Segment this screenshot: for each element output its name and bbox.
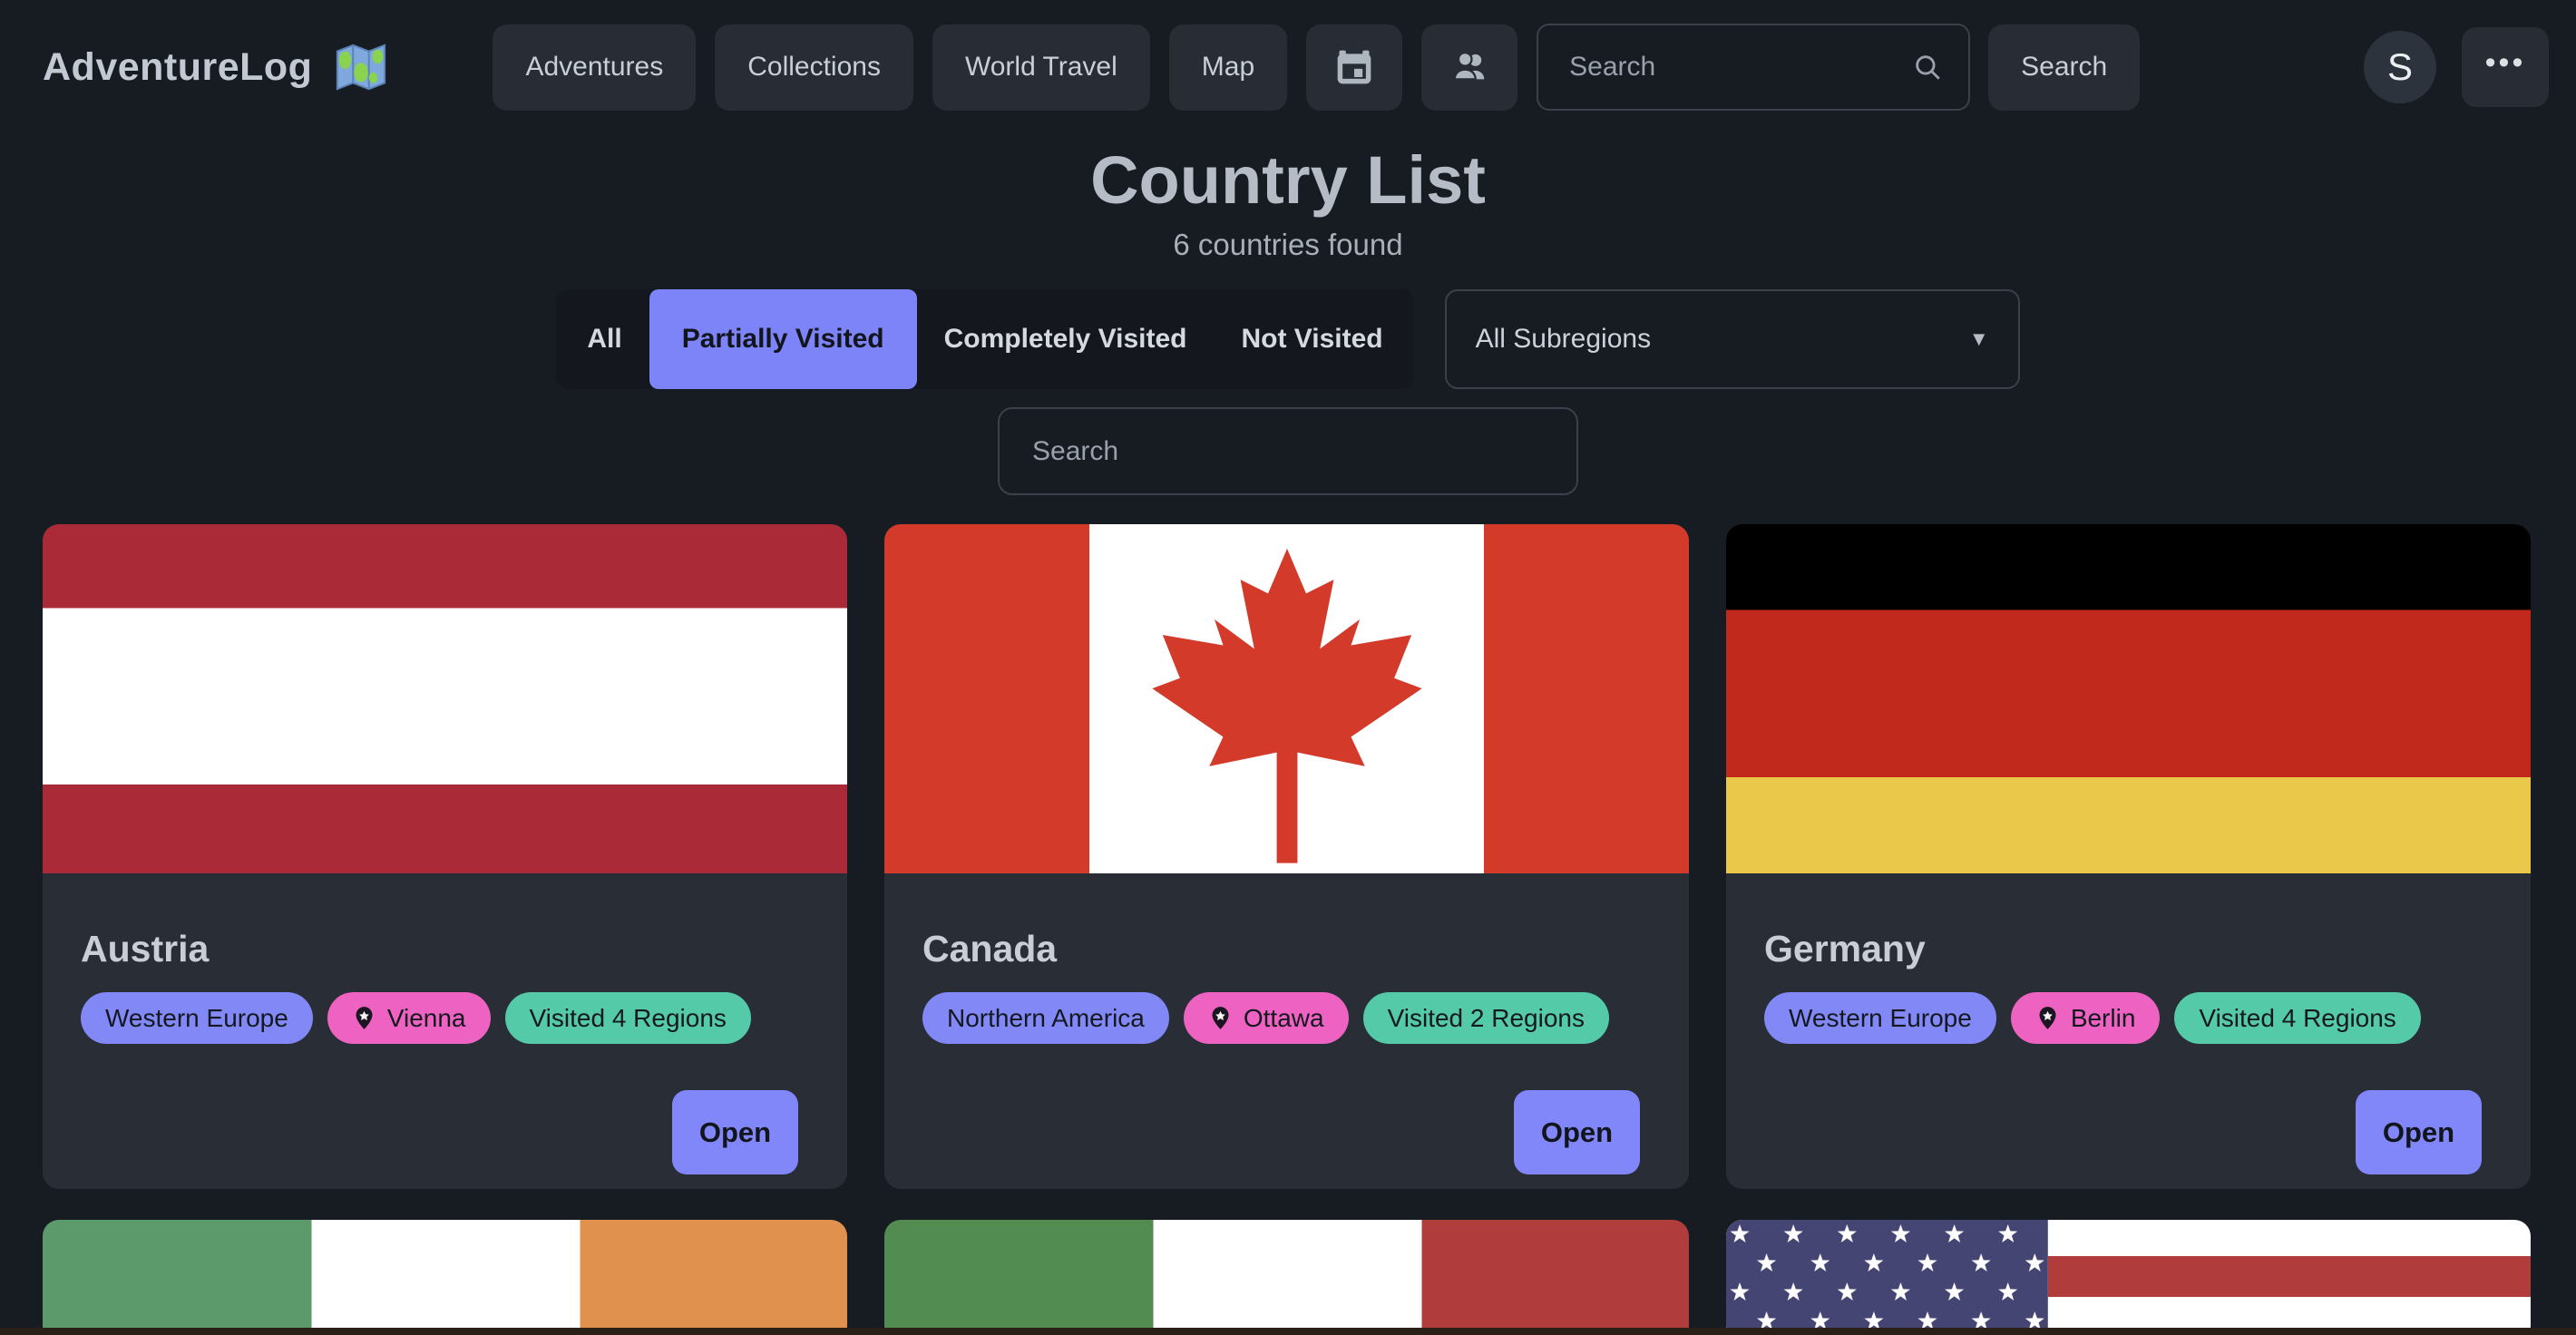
austria-flag [43, 524, 847, 873]
country-name: Germany [1764, 928, 2493, 970]
subregion-select[interactable]: All Subregions ▼ [1445, 289, 2020, 389]
region-badge: Western Europe [81, 992, 313, 1044]
map-pin-icon [1208, 1006, 1233, 1030]
open-button[interactable]: Open [2356, 1090, 2482, 1174]
nav-menu: Adventures Collections World Travel Map [493, 24, 1517, 111]
visit-filter-tabs: All Partially Visited Completely Visited… [556, 289, 1413, 389]
results-count: 6 countries found [0, 228, 2576, 262]
italy-flag [884, 1220, 1689, 1335]
tab-all[interactable]: All [560, 289, 649, 389]
country-card-partial-3[interactable] [1726, 1220, 2531, 1335]
brand[interactable]: AdventureLog [43, 39, 388, 95]
nav-search-button[interactable]: Search [1988, 24, 2140, 111]
nav-search-input[interactable] [1537, 24, 1970, 111]
country-card-partial-2[interactable] [884, 1220, 1689, 1335]
country-name: Austria [81, 928, 809, 970]
users-icon [1449, 46, 1490, 88]
germany-flag [1726, 524, 2531, 873]
navbar: AdventureLog Adventures Collections Worl… [0, 0, 2576, 134]
nav-item-collections[interactable]: Collections [715, 24, 913, 111]
calendar-button[interactable] [1306, 24, 1402, 111]
open-button[interactable]: Open [1514, 1090, 1640, 1174]
search-icon [1912, 52, 1943, 83]
region-badge: Northern America [922, 992, 1169, 1044]
visited-badge: Visited 2 Regions [1363, 992, 1609, 1044]
filter-row: All Partially Visited Completely Visited… [0, 289, 2576, 389]
maple-leaf-icon [1106, 541, 1469, 870]
country-list-page: AdventureLog Adventures Collections Worl… [0, 0, 2576, 1335]
tab-not-visited[interactable]: Not Visited [1214, 289, 1410, 389]
bottom-edge [0, 1328, 2576, 1335]
country-card-germany: Germany Western Europe Berlin Visited 4 … [1726, 524, 2531, 1189]
capital-badge: Vienna [327, 992, 491, 1044]
usa-flag [1726, 1220, 2531, 1335]
country-grid: Austria Western Europe Vienna Visited 4 … [43, 524, 2531, 1189]
country-grid-row2 [43, 1220, 2531, 1335]
ireland-flag [43, 1220, 847, 1335]
map-pin-icon [352, 1006, 376, 1030]
country-name: Canada [922, 928, 1651, 970]
users-button[interactable] [1421, 24, 1517, 111]
map-pin-icon [2035, 1006, 2060, 1030]
country-card-canada: Canada Northern America Ottawa Visited 2… [884, 524, 1689, 1189]
avatar[interactable]: S [2364, 31, 2436, 103]
more-menu-button[interactable]: ••• [2462, 27, 2549, 107]
country-search [0, 407, 2576, 495]
page-title: Country List [0, 141, 2576, 219]
country-card-partial-1[interactable] [43, 1220, 847, 1335]
capital-badge: Berlin [2011, 992, 2161, 1044]
app-title: AdventureLog [43, 45, 312, 90]
navbar-right: S ••• [2364, 27, 2549, 107]
nav-item-map[interactable]: Map [1169, 24, 1287, 111]
canada-flag [884, 524, 1689, 873]
nav-item-world-travel[interactable]: World Travel [932, 24, 1150, 111]
country-card-austria: Austria Western Europe Vienna Visited 4 … [43, 524, 847, 1189]
nav-search [1537, 24, 1970, 111]
region-badge: Western Europe [1764, 992, 1996, 1044]
capital-badge: Ottawa [1184, 992, 1349, 1044]
visited-badge: Visited 4 Regions [505, 992, 751, 1044]
nav-item-adventures[interactable]: Adventures [493, 24, 696, 111]
subregion-selected-value: All Subregions [1476, 324, 1651, 355]
country-search-input[interactable] [998, 407, 1578, 495]
tab-completely-visited[interactable]: Completely Visited [917, 289, 1215, 389]
tab-partially-visited[interactable]: Partially Visited [649, 289, 917, 389]
open-button[interactable]: Open [672, 1090, 798, 1174]
world-map-icon [332, 39, 388, 95]
calendar-icon [1334, 47, 1374, 87]
chevron-down-icon: ▼ [1969, 327, 1989, 351]
visited-badge: Visited 4 Regions [2174, 992, 2420, 1044]
